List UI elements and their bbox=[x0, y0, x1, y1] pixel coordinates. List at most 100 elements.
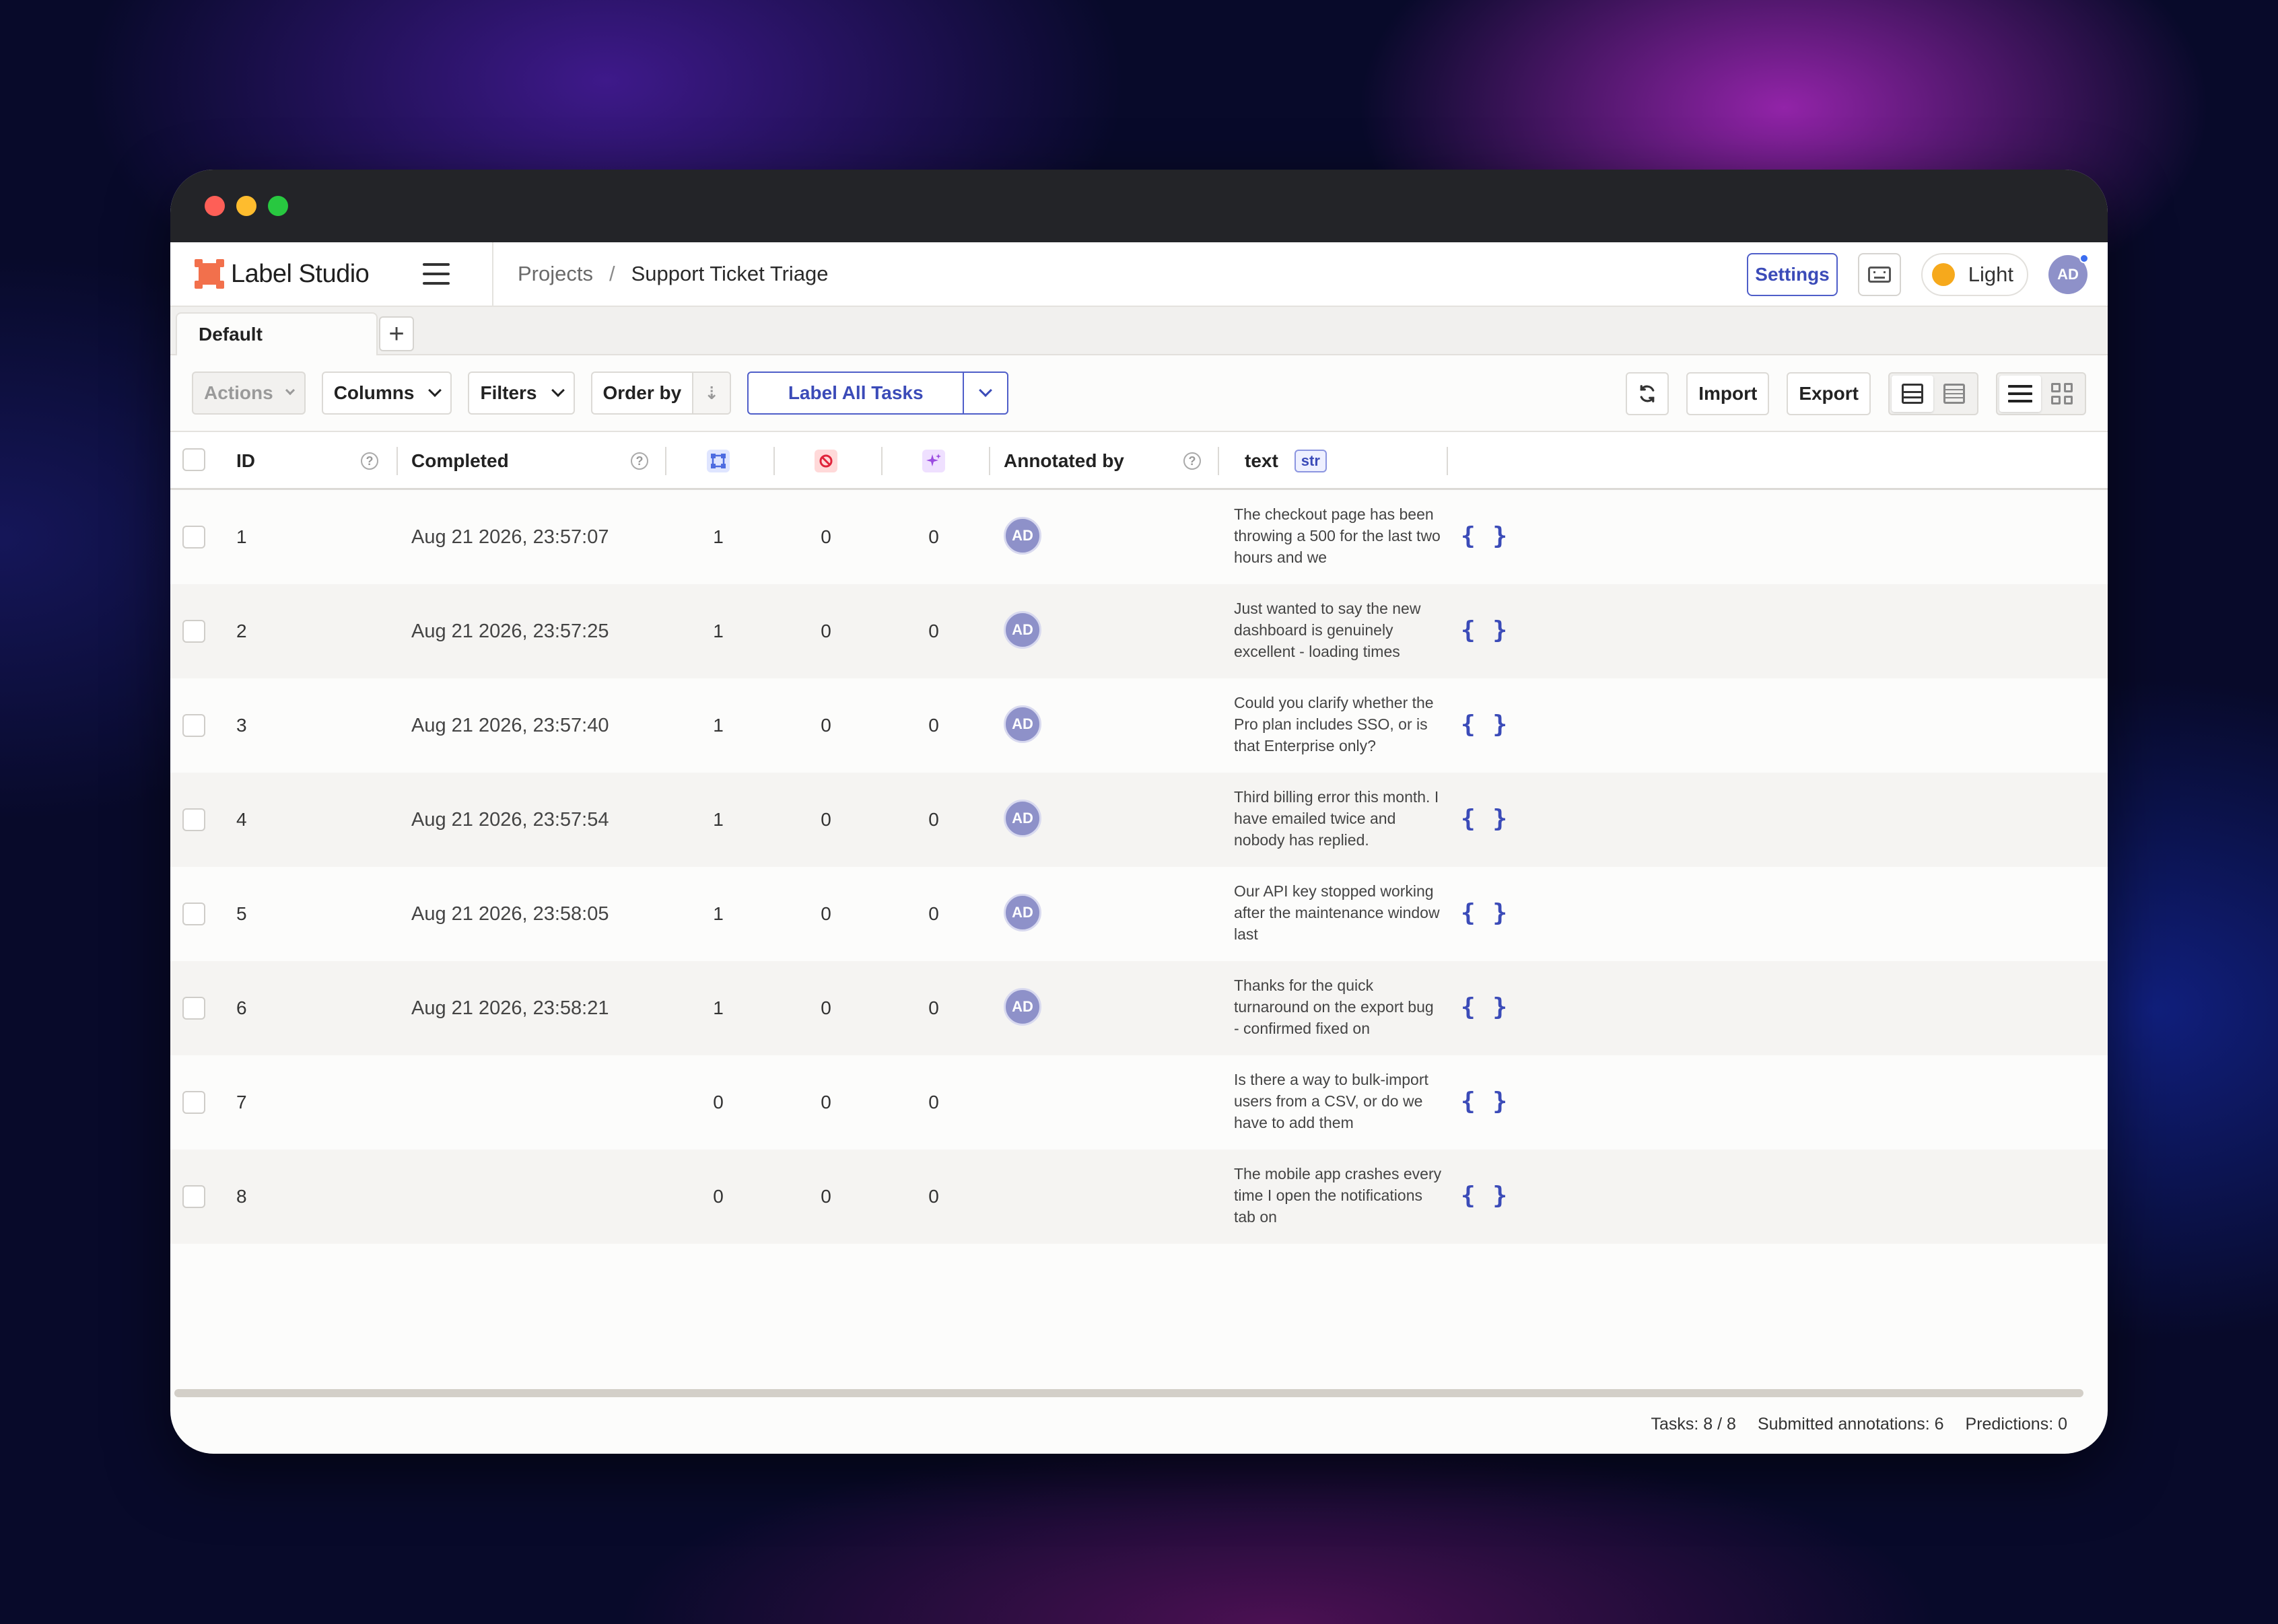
cancelled-annotations-icon[interactable] bbox=[815, 450, 837, 472]
row-checkbox[interactable] bbox=[182, 997, 205, 1020]
table-row[interactable]: 8 0 0 0 The mobile app crashes every time I … bbox=[170, 1150, 2108, 1244]
density-compact-button[interactable] bbox=[1933, 376, 1975, 412]
table-row[interactable]: 6 Aug 21 2026, 23:58:21 1 0 0 AD Thanks for th… bbox=[170, 961, 2108, 1055]
table-row[interactable]: 2 Aug 21 2026, 23:57:25 1 0 0 AD Just wanted t… bbox=[170, 584, 2108, 678]
help-icon[interactable]: ? bbox=[1183, 452, 1201, 470]
actions-dropdown[interactable]: Actions bbox=[192, 372, 306, 415]
label-all-tasks-dropdown[interactable] bbox=[964, 373, 1007, 413]
header-actions: Settings Light AD bbox=[1747, 242, 2089, 307]
completed-date: Aug 21 2026, 23:57:25 bbox=[411, 620, 609, 642]
filters-dropdown[interactable]: Filters bbox=[468, 372, 575, 415]
cancelled-count: 0 bbox=[821, 997, 831, 1018]
sort-direction-icon[interactable]: ⇣ bbox=[692, 373, 730, 413]
json-data-icon[interactable]: { } bbox=[1461, 616, 1509, 644]
annotator-avatar[interactable]: AD bbox=[1004, 611, 1041, 649]
task-text: The checkout page has been throwing a 50… bbox=[1234, 505, 1441, 566]
cancelled-count: 0 bbox=[821, 809, 831, 830]
select-all-checkbox[interactable] bbox=[182, 448, 205, 471]
app-window: Label Studio Projects / Support Ticket T… bbox=[170, 170, 2108, 1454]
column-header-id[interactable]: ID bbox=[236, 450, 255, 472]
tab-default[interactable]: Default bbox=[176, 312, 378, 355]
label-studio-logo-icon[interactable] bbox=[195, 259, 224, 289]
task-text: Thanks for the quick turnaround on the e… bbox=[1234, 977, 1434, 1037]
table-row[interactable]: 5 Aug 21 2026, 23:58:05 1 0 0 AD Our API key s… bbox=[170, 867, 2108, 961]
density-comfortable-button[interactable] bbox=[1892, 376, 1933, 412]
export-button[interactable]: Export bbox=[1787, 372, 1871, 415]
help-icon[interactable]: ? bbox=[631, 452, 648, 470]
sun-icon bbox=[1931, 263, 1955, 286]
annotator-avatar[interactable]: AD bbox=[1004, 517, 1041, 555]
predictions-sparkle-icon[interactable] bbox=[922, 450, 945, 472]
annotator-avatar[interactable]: AD bbox=[1004, 800, 1041, 837]
maximize-window-button[interactable] bbox=[268, 196, 288, 216]
chevron-down-icon bbox=[979, 384, 993, 397]
order-by-label: Order by bbox=[602, 382, 682, 403]
column-type-badge: str bbox=[1294, 450, 1327, 472]
row-checkbox[interactable] bbox=[182, 620, 205, 643]
columns-dropdown[interactable]: Columns bbox=[321, 372, 452, 415]
row-checkbox[interactable] bbox=[182, 1185, 205, 1208]
completed-date: Aug 21 2026, 23:57:40 bbox=[411, 714, 609, 736]
data-manager-toolbar: Actions Columns Filters Order by ⇣ Label… bbox=[170, 355, 2108, 432]
chevron-down-icon bbox=[428, 384, 442, 397]
column-header-completed[interactable]: Completed bbox=[411, 450, 509, 472]
task-id: 1 bbox=[236, 526, 247, 547]
label-all-tasks-button[interactable]: Label All Tasks bbox=[749, 373, 965, 413]
refresh-button[interactable] bbox=[1626, 372, 1669, 415]
json-data-icon[interactable]: { } bbox=[1461, 993, 1509, 1021]
task-text: Our API key stopped working after the ma… bbox=[1234, 882, 1440, 943]
toolbar-right-actions: Import Export bbox=[1626, 372, 2086, 415]
submitted-annotations-count: Submitted annotations: 6 bbox=[1757, 1415, 1944, 1434]
list-view-button[interactable] bbox=[1999, 376, 2041, 412]
column-header-text[interactable]: text bbox=[1245, 450, 1278, 472]
breadcrumb-current-project: Support Ticket Triage bbox=[631, 262, 829, 285]
row-checkbox[interactable] bbox=[182, 808, 205, 831]
row-checkbox[interactable] bbox=[182, 714, 205, 737]
settings-button[interactable]: Settings bbox=[1747, 253, 1838, 296]
hamburger-menu-icon[interactable] bbox=[423, 263, 450, 285]
breadcrumb-separator: / bbox=[609, 262, 615, 285]
predictions-count: 0 bbox=[928, 809, 939, 830]
predictions-count: Predictions: 0 bbox=[1965, 1415, 2067, 1434]
annotator-avatar[interactable]: AD bbox=[1004, 705, 1041, 743]
chevron-down-icon bbox=[285, 385, 295, 396]
annotations-count-icon[interactable] bbox=[707, 450, 730, 472]
table-row[interactable]: 4 Aug 21 2026, 23:57:54 1 0 0 AD Third billing… bbox=[170, 773, 2108, 867]
row-checkbox[interactable] bbox=[182, 526, 205, 549]
status-footer: Tasks: 8 / 8 Submitted annotations: 6 Pr… bbox=[1651, 1415, 2068, 1434]
tasks-count: Tasks: 8 / 8 bbox=[1651, 1415, 1736, 1434]
close-window-button[interactable] bbox=[205, 196, 225, 216]
theme-toggle[interactable]: Light bbox=[1921, 253, 2028, 296]
json-data-icon[interactable]: { } bbox=[1461, 1182, 1509, 1209]
annotations-count: 1 bbox=[713, 715, 724, 736]
order-by-dropdown[interactable]: Order by ⇣ bbox=[590, 372, 732, 415]
user-avatar[interactable]: AD bbox=[2048, 254, 2089, 294]
notification-dot bbox=[2079, 254, 2089, 263]
json-data-icon[interactable]: { } bbox=[1461, 522, 1509, 550]
horizontal-scrollbar[interactable] bbox=[174, 1389, 2083, 1397]
list-view-icon bbox=[2008, 385, 2032, 402]
column-header-annotated-by[interactable]: Annotated by bbox=[1004, 450, 1124, 472]
breadcrumb-projects-link[interactable]: Projects bbox=[518, 262, 593, 286]
json-data-icon[interactable]: { } bbox=[1461, 805, 1509, 833]
help-icon[interactable]: ? bbox=[361, 452, 378, 470]
json-data-icon[interactable]: { } bbox=[1461, 899, 1509, 927]
import-button[interactable]: Import bbox=[1686, 372, 1770, 415]
minimize-window-button[interactable] bbox=[236, 196, 256, 216]
table-row[interactable]: 1 Aug 21 2026, 23:57:07 1 0 0 AD The checkout … bbox=[170, 490, 2108, 584]
keyboard-shortcuts-button[interactable] bbox=[1857, 253, 1901, 296]
row-checkbox[interactable] bbox=[182, 903, 205, 925]
row-checkbox[interactable] bbox=[182, 1091, 205, 1114]
table-row[interactable]: 7 0 0 0 Is there a way to bulk-import users … bbox=[170, 1055, 2108, 1150]
annotations-count: 1 bbox=[713, 621, 724, 641]
json-data-icon[interactable]: { } bbox=[1461, 711, 1509, 738]
annotator-avatar[interactable]: AD bbox=[1004, 988, 1041, 1026]
predictions-count: 0 bbox=[928, 903, 939, 924]
grid-view-button[interactable] bbox=[2041, 376, 2083, 412]
cancelled-count: 0 bbox=[821, 621, 831, 641]
brand-area: Label Studio bbox=[170, 242, 493, 306]
json-data-icon[interactable]: { } bbox=[1461, 1088, 1509, 1115]
add-tab-button[interactable]: + bbox=[379, 316, 414, 351]
table-row[interactable]: 3 Aug 21 2026, 23:57:40 1 0 0 AD Could you cla… bbox=[170, 678, 2108, 773]
annotator-avatar[interactable]: AD bbox=[1004, 894, 1041, 931]
